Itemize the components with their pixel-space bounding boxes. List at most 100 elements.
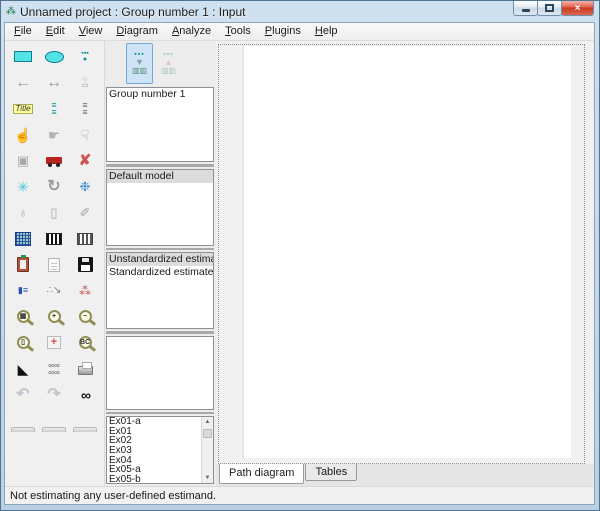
drawing-canvas[interactable] (218, 44, 585, 464)
reflect-indicators-button[interactable]: ❉ (71, 175, 99, 198)
view-output-path-diagram-button[interactable]: ▪▪▪ ▲ ▥▥ (155, 43, 182, 84)
keyboard-light-icon (77, 233, 93, 245)
magnifier-grid-icon: ▦ (17, 310, 30, 323)
estimate-item[interactable]: Unstandardized estimates (107, 253, 213, 266)
draw-path-button[interactable]: ← (9, 71, 37, 94)
deselect-all-button[interactable]: ☟ (71, 123, 99, 146)
figure-caption-button[interactable]: Title (9, 97, 37, 120)
draw-rectangle-button[interactable] (9, 45, 37, 68)
view-toggle-group: ▪▪▪ ▼ ▥▥ ▪▪▪ ▲ ▥▥ (105, 41, 216, 87)
panel-splitter[interactable] (106, 331, 214, 334)
move-parameter-button[interactable]: ✳ (9, 175, 37, 198)
bayesian-button[interactable]: ◣ (9, 357, 37, 380)
variable-list-icon: ≡ ≡ (51, 102, 56, 116)
toolbar-stub-button[interactable] (71, 409, 99, 432)
red-x-icon: ✘ (79, 153, 92, 168)
add-error-variable-button[interactable]: ○ ▭ (71, 71, 99, 94)
drag-properties-button[interactable]: ∴↘ (40, 279, 68, 302)
erase-objects-button[interactable]: ✘ (71, 149, 99, 172)
estimates-list[interactable]: Unstandardized estimatesStandardized est… (106, 252, 214, 329)
panel-splitter[interactable] (106, 248, 214, 251)
resize-icon: + (47, 336, 61, 349)
data-files-button[interactable] (9, 227, 37, 250)
undo-button[interactable]: ↶ (9, 383, 37, 406)
zoom-in-button[interactable]: + (40, 305, 68, 328)
move-objects-button[interactable] (40, 149, 68, 172)
model-item[interactable]: Default model (107, 170, 213, 183)
preserve-symmetries-button[interactable]: ⁂ (71, 279, 99, 302)
empty-list[interactable] (106, 336, 214, 410)
drag-properties-icon: ∴↘ (47, 286, 62, 296)
files-scrollbar[interactable]: ▲ ▼ (201, 417, 213, 483)
calculate-estimates-button[interactable] (9, 253, 37, 276)
magnifier-page-icon: ▯ (17, 336, 30, 349)
print-button[interactable] (71, 357, 99, 380)
draw-latent-variable-button[interactable]: ▪▪▪ ● (71, 45, 99, 68)
files-list[interactable]: Ex01-aEx01Ex02Ex03Ex04Ex05-aEx05-bEx06-a… (106, 416, 214, 484)
redo-button[interactable]: ↷ (40, 383, 68, 406)
list-data-variables-button[interactable]: ≡ ≡ (71, 97, 99, 120)
wand-icon: ✐ (80, 206, 91, 219)
title-icon: Title (13, 104, 32, 114)
menu-help[interactable]: Help (308, 23, 345, 40)
variables-in-dataset-button[interactable] (40, 227, 68, 250)
groups-list[interactable]: Group number 1 (106, 87, 214, 162)
save-button[interactable] (71, 253, 99, 276)
select-all-button[interactable]: ☛ (40, 123, 68, 146)
view-input-path-diagram-button[interactable]: ▪▪▪ ▼ ▥▥ (126, 43, 153, 84)
rotate-indicators-button[interactable]: ↻ (40, 175, 68, 198)
view-text-output-button[interactable] (40, 253, 68, 276)
bars-icon: ▥▥ (132, 67, 147, 75)
clipboard-icon (17, 257, 29, 272)
scroll-thumb[interactable] (203, 429, 212, 438)
zoom-area-button[interactable]: ▦ (9, 305, 37, 328)
menu-plugins[interactable]: Plugins (258, 23, 308, 40)
latent-variable-icon: ▪▪▪ ● (81, 51, 89, 63)
toolbar-stub-button[interactable] (40, 409, 68, 432)
menu-tools[interactable]: Tools (218, 23, 258, 40)
minimize-button[interactable] (513, 1, 538, 16)
cyan-asterisk-icon: ✳ (17, 180, 29, 194)
printer-icon (78, 366, 93, 375)
duplicate-objects-button[interactable]: ▣ (9, 149, 37, 172)
close-button[interactable]: × (561, 1, 594, 16)
estimate-item[interactable]: Standardized estimates (107, 266, 213, 279)
tab[interactable]: Path diagram (219, 464, 304, 484)
scroll-diagram-button[interactable]: ▯ (40, 201, 68, 224)
menu-file[interactable]: File (7, 23, 39, 40)
toolbar-stub-button[interactable] (9, 409, 37, 432)
menu-view[interactable]: View (72, 23, 110, 40)
loupe-button[interactable]: BC (71, 331, 99, 354)
touch-up-button[interactable]: ✐ (71, 201, 99, 224)
draw-covariance-button[interactable]: ↔ (40, 71, 68, 94)
close-icon: × (575, 3, 581, 14)
magnifier-bc-icon: BC (79, 336, 92, 349)
draw-ellipse-button[interactable] (40, 45, 68, 68)
side-panel: ▪▪▪ ▼ ▥▥ ▪▪▪ ▲ ▥▥ Group number 1 (104, 41, 216, 486)
maximize-button[interactable] (537, 1, 562, 16)
menu-diagram[interactable]: Diagram (109, 23, 165, 40)
error-variable-icon: ○ ▭ (82, 77, 89, 89)
scroll-up-icon[interactable]: ▲ (202, 417, 213, 427)
diagram-page[interactable] (243, 46, 571, 458)
panel-splitter[interactable] (106, 164, 214, 167)
tab[interactable]: Tables (305, 464, 357, 481)
variables-in-model-button[interactable] (71, 227, 99, 250)
title-bar: ⁂ Unnamed project : Group number 1 : Inp… (4, 1, 595, 22)
multiple-groups-button[interactable]: ∞∞ ∞∞ (40, 357, 68, 380)
resize-diagram-button[interactable]: + (40, 331, 68, 354)
menu-analyze[interactable]: Analyze (165, 23, 218, 40)
keyboard-icon (46, 233, 62, 245)
group-item[interactable]: Group number 1 (107, 88, 213, 101)
panel-splitter[interactable] (106, 412, 214, 415)
zoom-page-button[interactable]: ▯ (9, 331, 37, 354)
models-list[interactable]: Default model (106, 169, 214, 246)
scroll-down-icon[interactable]: ▼ (202, 473, 213, 483)
select-area-button[interactable]: ♁ (9, 201, 37, 224)
zoom-out-button[interactable]: − (71, 305, 99, 328)
select-one-button[interactable]: ☝ (9, 123, 37, 146)
menu-edit[interactable]: Edit (39, 23, 72, 40)
search-button[interactable]: ∞ (71, 383, 99, 406)
object-properties-button[interactable]: ▮≡ (9, 279, 37, 302)
list-model-variables-button[interactable]: ≡ ≡ (40, 97, 68, 120)
